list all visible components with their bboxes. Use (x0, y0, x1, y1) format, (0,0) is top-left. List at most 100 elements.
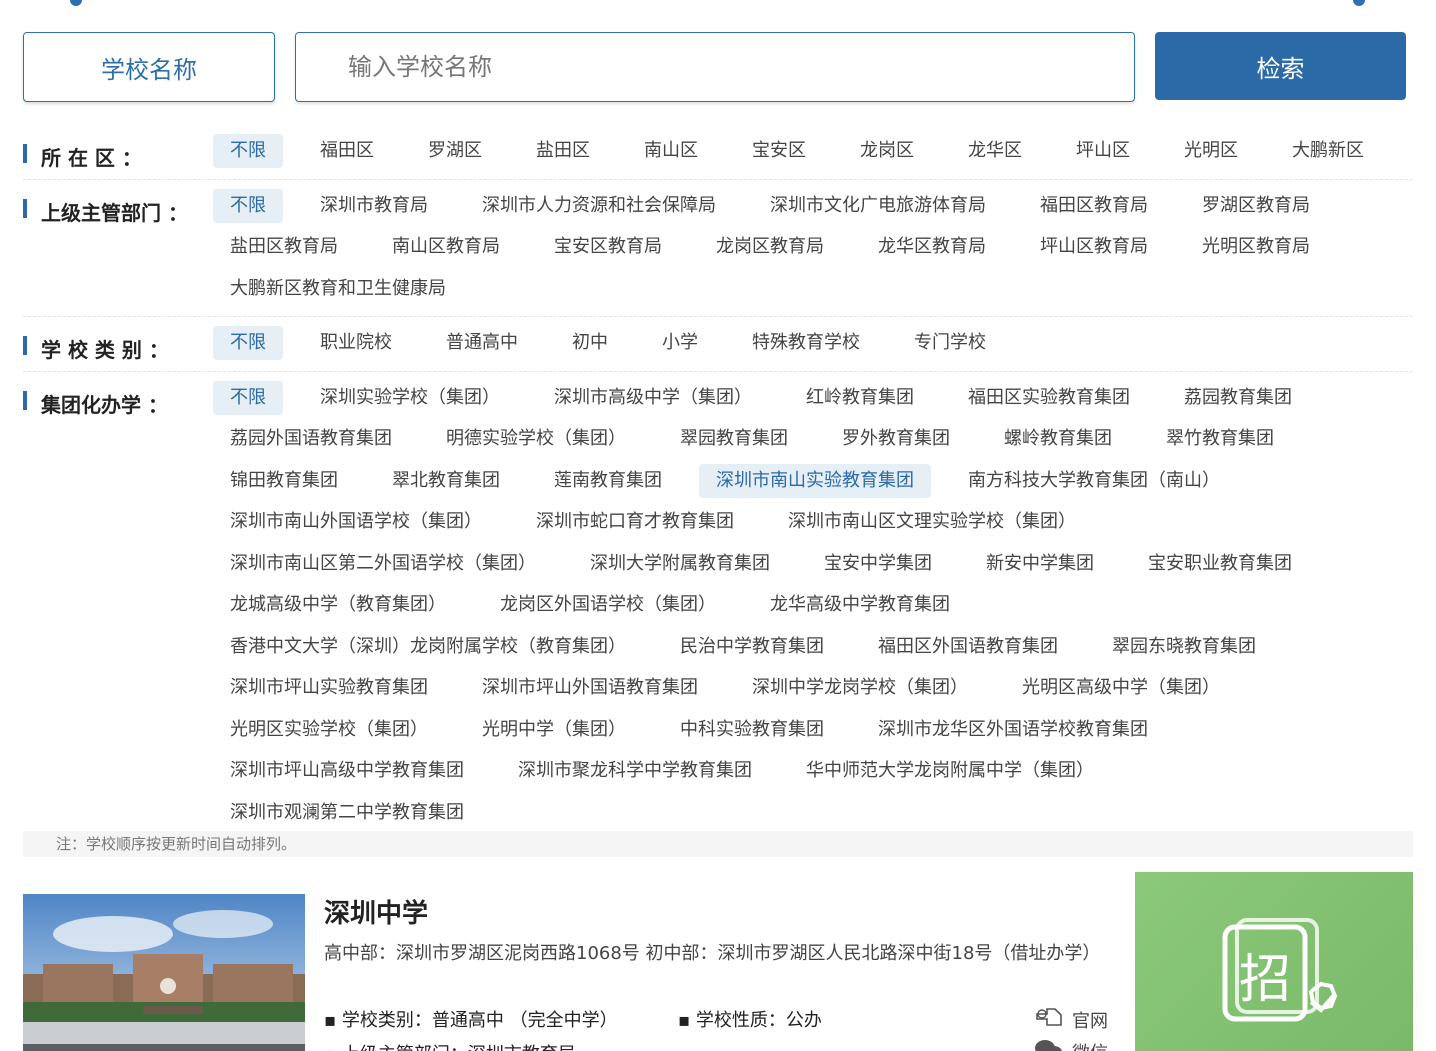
filter-option[interactable]: 翠竹教育集团 (1149, 422, 1291, 456)
filter-option[interactable]: 华中师范大学龙岗附属中学（集团） (789, 754, 1111, 788)
filter-option[interactable]: 民治中学教育集团 (663, 630, 841, 664)
filter-option[interactable]: 宝安中学集团 (807, 547, 949, 581)
recruit-badge[interactable]: 招 (1135, 872, 1413, 1051)
filter-option[interactable]: 南山区教育局 (375, 230, 517, 264)
filter-option[interactable]: 坪山区教育局 (1023, 230, 1165, 264)
search-button[interactable]: 检索 (1155, 32, 1406, 100)
filter-option[interactable]: 龙华区教育局 (861, 230, 1003, 264)
filter-option[interactable]: 深圳市蛇口育才教育集团 (519, 505, 751, 539)
filter-option[interactable]: 南山区 (627, 134, 715, 168)
school-address: 高中部：深圳市罗湖区泥岗西路1068号 初中部：深圳市罗湖区人民北路深中街18号… (324, 943, 1101, 964)
filter-panel: 所 在 区 ： 不限 福田区 罗湖区 盐田区 南山区 宝安区 龙岗区 龙华区 坪山区 光明区 大鹏新… (23, 130, 1413, 841)
filter-option[interactable]: 荔园外国语教育集团 (213, 422, 409, 456)
filter-option[interactable]: 深圳市南山区文理实验学校（集团） (771, 505, 1093, 539)
filter-option[interactable]: 福田区实验教育集团 (951, 381, 1147, 415)
filter-option[interactable]: 特殊教育学校 (735, 326, 877, 360)
filter-option[interactable]: 莲南教育集团 (537, 464, 679, 498)
filter-option[interactable]: 龙华高级中学教育集团 (753, 588, 967, 622)
filter-option[interactable]: 不限 (213, 134, 283, 168)
filter-option[interactable]: 翠北教育集团 (375, 464, 517, 498)
filter-option[interactable]: 螺岭教育集团 (987, 422, 1129, 456)
filter-option[interactable]: 福田区外国语教育集团 (861, 630, 1075, 664)
filter-option[interactable]: 荔园教育集团 (1167, 381, 1309, 415)
filter-option[interactable]: 罗湖区教育局 (1185, 189, 1327, 223)
filter-option[interactable]: 深圳市人力资源和社会保障局 (465, 189, 733, 223)
filter-option[interactable]: 不限 (213, 188, 283, 223)
filter-option[interactable]: 深圳市南山区第二外国语学校（集团） (213, 547, 553, 581)
search-bar: 学校名称 检索 (23, 32, 1406, 102)
sort-note: 注：学校顺序按更新时间自动排列。 (23, 831, 1413, 857)
wechat-link[interactable]: 微信 (1034, 1038, 1108, 1051)
filter-option[interactable]: 盐田区 (519, 134, 607, 168)
slider-dot-left (70, 0, 82, 6)
filter-option[interactable]: 深圳实验学校（集团） (303, 381, 517, 415)
filter-option[interactable]: 深圳市南山实验教育集团 (699, 463, 931, 498)
filter-option[interactable]: 大鹏新区 (1275, 134, 1381, 168)
filter-option[interactable]: 盐田区教育局 (213, 230, 355, 264)
school-department: ▪ 上级主管部门：深圳市教育局 (324, 1040, 576, 1051)
search-input[interactable] (295, 32, 1135, 102)
filter-option[interactable]: 龙岗区教育局 (699, 230, 841, 264)
filter-option[interactable]: 小学 (645, 326, 715, 360)
filter-option[interactable]: 坪山区 (1059, 134, 1147, 168)
filter-option[interactable]: 深圳中学龙岗学校（集团） (735, 671, 985, 705)
filter-option[interactable]: 福田区教育局 (1023, 189, 1165, 223)
filter-option[interactable]: 深圳市文化广电旅游体育局 (753, 189, 1003, 223)
filter-option[interactable]: 职业院校 (303, 326, 409, 360)
school-photo[interactable] (23, 894, 305, 1051)
filter-option[interactable]: 深圳市聚龙科学中学教育集团 (501, 754, 769, 788)
filter-option[interactable]: 新安中学集团 (969, 547, 1111, 581)
filter-option[interactable]: 深圳大学附属教育集团 (573, 547, 787, 581)
filter-option[interactable]: 香港中文大学（深圳）龙岗附属学校（教育集团） (213, 630, 643, 664)
filter-option[interactable]: 翠园教育集团 (663, 422, 805, 456)
filter-group: 集团化办学 ： 不限 深圳实验学校（集团） 深圳市高级中学（集团） 红岭教育集团 福田区… (23, 372, 1413, 841)
filter-option[interactable]: 龙岗区 (843, 134, 931, 168)
filter-option[interactable]: 不限 (213, 326, 283, 360)
filter-option[interactable]: 普通高中 (429, 326, 535, 360)
filter-option[interactable]: 红岭教育集团 (789, 381, 931, 415)
filter-option[interactable]: 专门学校 (897, 326, 1003, 360)
filter-option[interactable]: 不限 (213, 380, 283, 415)
filter-option[interactable]: 明德实验学校（集团） (429, 422, 643, 456)
filter-option[interactable]: 南方科技大学教育集团（南山） (951, 464, 1237, 498)
filter-option[interactable]: 初中 (555, 326, 625, 360)
filter-options: 不限 福田区 罗湖区 盐田区 南山区 宝安区 龙岗区 龙华区 坪山区 光明区 大鹏新区 (213, 134, 1413, 176)
filter-option[interactable]: 龙城高级中学（教育集团） (213, 588, 463, 622)
filter-option[interactable]: 锦田教育集团 (213, 464, 355, 498)
filter-option[interactable]: 光明中学（集团） (465, 713, 643, 747)
search-type-selector[interactable]: 学校名称 (23, 32, 275, 102)
filter-option[interactable]: 宝安区教育局 (537, 230, 679, 264)
filter-option[interactable]: 深圳市教育局 (303, 189, 445, 223)
school-name[interactable]: 深圳中学 (324, 893, 428, 930)
filter-option[interactable]: 罗外教育集团 (825, 422, 967, 456)
filter-option[interactable]: 大鹏新区教育和卫生健康局 (213, 272, 463, 306)
filter-option[interactable]: 宝安职业教育集团 (1131, 547, 1309, 581)
filter-option[interactable]: 中科实验教育集团 (663, 713, 841, 747)
filter-option[interactable]: 宝安区 (735, 134, 823, 168)
wechat-label: 微信 (1072, 1039, 1108, 1051)
filter-option[interactable]: 深圳市南山外国语学校（集团） (213, 505, 499, 539)
filter-option[interactable]: 深圳市观澜第二中学教育集团 (213, 796, 481, 830)
filter-option[interactable]: 深圳市坪山实验教育集团 (213, 671, 445, 705)
filter-option[interactable]: 光明区实验学校（集团） (213, 713, 445, 747)
filter-label: 集团化办学 ： (23, 381, 213, 838)
filter-option[interactable]: 龙岗区外国语学校（集团） (483, 588, 733, 622)
filter-option[interactable]: 翠园东晓教育集团 (1095, 630, 1273, 664)
filter-option[interactable]: 深圳市坪山外国语教育集团 (465, 671, 715, 705)
filter-label: 上级主管部门 ： (23, 189, 213, 314)
filter-label: 所 在 区 ： (23, 134, 213, 176)
filter-label: 学 校 类 别 ： (23, 326, 213, 368)
filter-category: 学 校 类 别 ： 不限 职业院校 普通高中 初中 小学 特殊教育学校 专门学校 (23, 317, 1413, 372)
filter-option[interactable]: 深圳市龙华区外国语学校教育集团 (861, 713, 1165, 747)
website-link[interactable]: 官网 (1034, 1006, 1108, 1033)
filter-options: 不限 职业院校 普通高中 初中 小学 特殊教育学校 专门学校 (213, 326, 1413, 368)
filter-options: 不限 深圳实验学校（集团） 深圳市高级中学（集团） 红岭教育集团 福田区实验教育集团 荔园… (213, 380, 1413, 838)
filter-option[interactable]: 罗湖区 (411, 134, 499, 168)
filter-option[interactable]: 深圳市高级中学（集团） (537, 381, 769, 415)
filter-option[interactable]: 光明区高级中学（集团） (1005, 671, 1237, 705)
filter-option[interactable]: 龙华区 (951, 134, 1039, 168)
filter-option[interactable]: 光明区 (1167, 134, 1255, 168)
filter-option[interactable]: 福田区 (303, 134, 391, 168)
filter-option[interactable]: 光明区教育局 (1185, 230, 1327, 264)
filter-option[interactable]: 深圳市坪山高级中学教育集团 (213, 754, 481, 788)
